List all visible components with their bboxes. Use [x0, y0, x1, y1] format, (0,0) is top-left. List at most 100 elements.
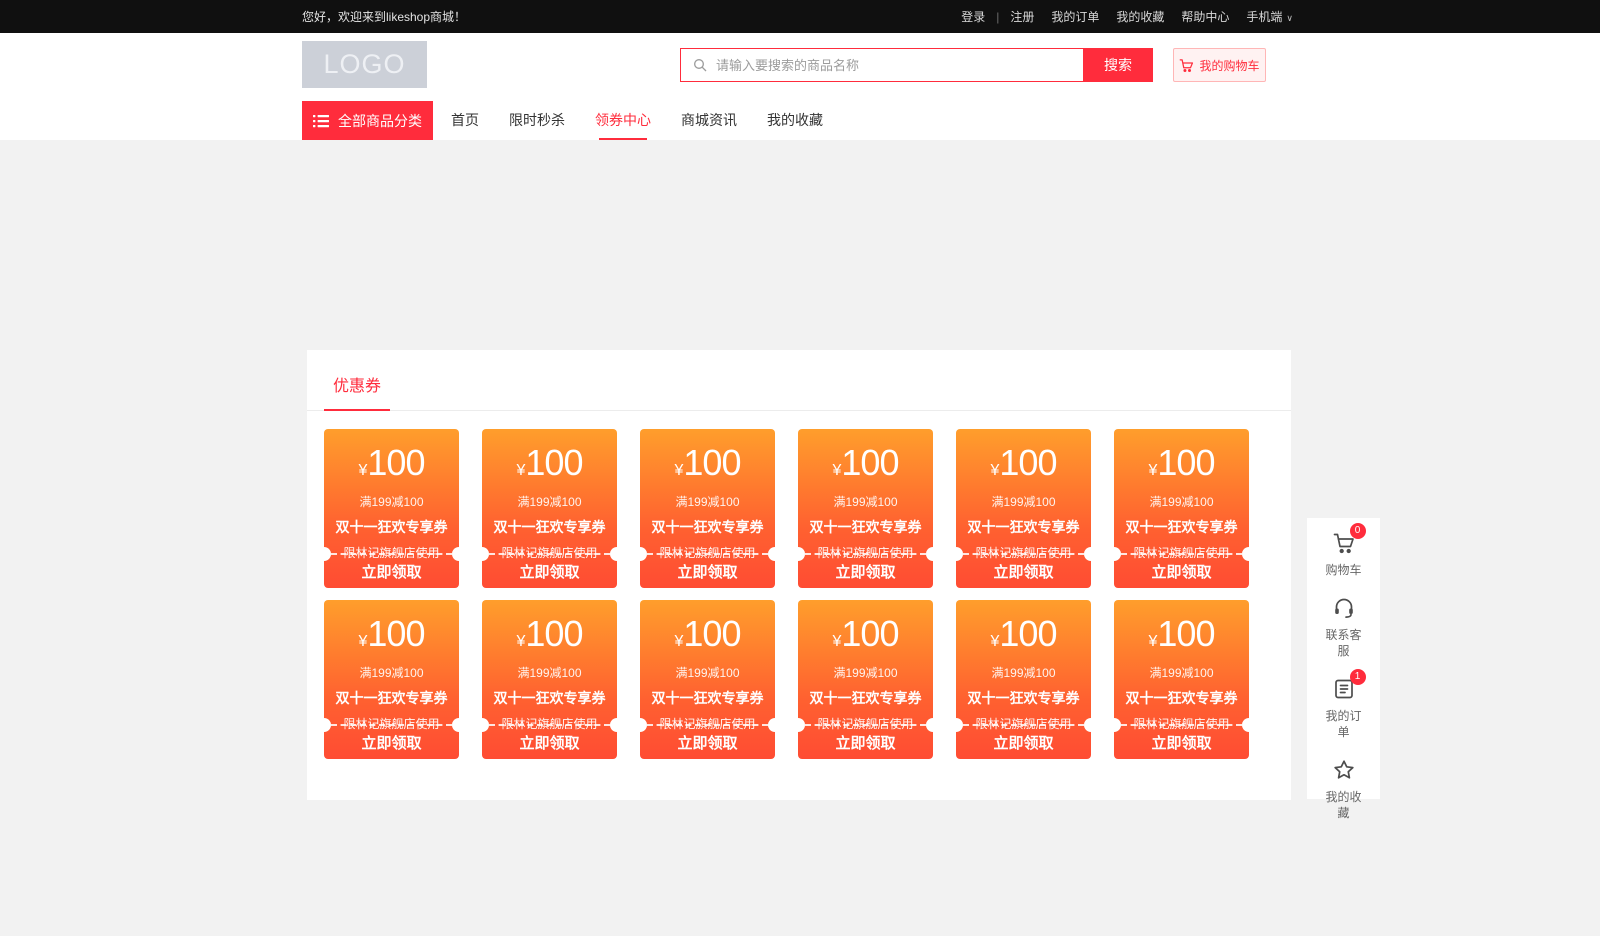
- coupon-card: ¥100 满199减100 双十一狂欢专享券 限林记旗舰店使用 立即领取: [956, 429, 1091, 588]
- coupon-card: ¥100 满199减100 双十一狂欢专享券 限林记旗舰店使用 立即领取: [956, 600, 1091, 759]
- headset-icon: [1331, 595, 1357, 621]
- search-input[interactable]: [716, 49, 1083, 81]
- topbar-divider: |: [996, 10, 999, 24]
- order-icon: 1: [1331, 676, 1357, 702]
- all-categories-button[interactable]: 全部商品分类: [302, 101, 433, 140]
- coupon-amount: ¥100: [798, 600, 933, 661]
- coupon-condition: 满199减100: [640, 664, 775, 681]
- cart-icon: 0: [1331, 530, 1357, 556]
- claim-coupon-button[interactable]: 立即领取: [1114, 555, 1249, 588]
- coupon-amount: ¥100: [324, 429, 459, 490]
- coupon-value: 100: [367, 442, 424, 483]
- welcome-text: 您好，欢迎来到likeshop商城！: [302, 8, 466, 25]
- coupon-amount: ¥100: [1114, 600, 1249, 661]
- coupon-title: 双十一狂欢专享券: [1114, 517, 1249, 537]
- claim-coupon-button[interactable]: 立即领取: [482, 555, 617, 588]
- sidebar-item-my-favorites[interactable]: 我的收藏: [1325, 757, 1363, 821]
- coupon-condition: 满199减100: [1114, 664, 1249, 681]
- tab-coupons[interactable]: 优惠券: [324, 350, 390, 411]
- coupon-value: 100: [683, 442, 740, 483]
- coupon-card: ¥100 满199减100 双十一狂欢专享券 限林记旗舰店使用 立即领取: [798, 600, 933, 759]
- claim-coupon-button[interactable]: 立即领取: [640, 726, 775, 759]
- coupon-value: 100: [1157, 613, 1214, 654]
- coupon-title: 双十一狂欢专享券: [956, 517, 1091, 537]
- sidebar-item-label: 购物车: [1325, 562, 1363, 578]
- coupon-value: 100: [525, 442, 582, 483]
- register-link[interactable]: 注册: [1010, 8, 1034, 25]
- nav-item-my-favorites[interactable]: 我的收藏: [767, 101, 823, 140]
- coupon-title: 双十一狂欢专享券: [798, 688, 933, 708]
- coupon-title: 双十一狂欢专享券: [1114, 688, 1249, 708]
- coupon-condition: 满199减100: [956, 493, 1091, 510]
- mobile-link-label: 手机端: [1246, 10, 1282, 24]
- coupon-value: 100: [841, 442, 898, 483]
- coupon-tab-row: 优惠券: [307, 350, 1291, 411]
- nav-item-coupon-center[interactable]: 领券中心: [595, 101, 651, 140]
- my-favorites-link[interactable]: 我的收藏: [1116, 8, 1164, 25]
- coupon-card: ¥100 满199减100 双十一狂欢专享券 限林记旗舰店使用 立即领取: [640, 600, 775, 759]
- coupon-card: ¥100 满199减100 双十一狂欢专享券 限林记旗舰店使用 立即领取: [1114, 429, 1249, 588]
- mobile-link[interactable]: 手机端 ∨: [1246, 8, 1293, 25]
- logo[interactable]: LOGO: [302, 41, 427, 88]
- claim-coupon-button[interactable]: 立即领取: [798, 726, 933, 759]
- coupon-title: 双十一狂欢专享券: [798, 517, 933, 537]
- claim-coupon-button[interactable]: 立即领取: [956, 726, 1091, 759]
- sidebar-item-label: 我的订单: [1325, 708, 1363, 740]
- sidebar-item-label: 联系客服: [1325, 627, 1363, 659]
- coupon-condition: 满199减100: [640, 493, 775, 510]
- coupon-title: 双十一狂欢专享券: [956, 688, 1091, 708]
- claim-coupon-button[interactable]: 立即领取: [956, 555, 1091, 588]
- coupon-amount: ¥100: [482, 600, 617, 661]
- coupon-title: 双十一狂欢专享券: [482, 517, 617, 537]
- coupon-title: 双十一狂欢专享券: [482, 688, 617, 708]
- sidebar-item-label: 我的收藏: [1325, 789, 1363, 821]
- coupon-title: 双十一狂欢专享券: [640, 517, 775, 537]
- nav-item-mall-news[interactable]: 商城资讯: [681, 101, 737, 140]
- coupon-title: 双十一狂欢专享券: [640, 688, 775, 708]
- coupon-center-panel: 优惠券 ¥100 满199减100 双十一狂欢专享券 限林记旗舰店使用 立即领取…: [307, 350, 1291, 800]
- my-orders-link[interactable]: 我的订单: [1051, 8, 1099, 25]
- claim-coupon-button[interactable]: 立即领取: [640, 555, 775, 588]
- help-center-link[interactable]: 帮助中心: [1181, 8, 1229, 25]
- coupon-value: 100: [841, 613, 898, 654]
- coupon-card: ¥100 满199减100 双十一狂欢专享券 限林记旗舰店使用 立即领取: [1114, 600, 1249, 759]
- nav-item-flash-sale[interactable]: 限时秒杀: [509, 101, 565, 140]
- coupon-value: 100: [683, 613, 740, 654]
- orders-count-badge: 1: [1350, 669, 1366, 685]
- coupon-condition: 满199减100: [798, 664, 933, 681]
- coupon-value: 100: [525, 613, 582, 654]
- search-button[interactable]: 搜索: [1083, 48, 1153, 82]
- claim-coupon-button[interactable]: 立即领取: [1114, 726, 1249, 759]
- login-link[interactable]: 登录: [961, 8, 985, 25]
- coupon-card: ¥100 满199减100 双十一狂欢专享券 限林记旗舰店使用 立即领取: [482, 600, 617, 759]
- claim-coupon-button[interactable]: 立即领取: [324, 555, 459, 588]
- chevron-down-icon: ∨: [1286, 13, 1293, 23]
- search-box: 搜索: [680, 48, 1153, 82]
- sidebar-item-my-orders[interactable]: 1 我的订单: [1325, 676, 1363, 740]
- coupon-condition: 满199减100: [798, 493, 933, 510]
- coupon-value: 100: [367, 613, 424, 654]
- sidebar-item-cart[interactable]: 0 购物车: [1325, 530, 1363, 578]
- coupon-amount: ¥100: [956, 600, 1091, 661]
- claim-coupon-button[interactable]: 立即领取: [798, 555, 933, 588]
- coupon-grid: ¥100 满199减100 双十一狂欢专享券 限林记旗舰店使用 立即领取 ¥10…: [307, 411, 1274, 759]
- sidebar-item-customer-service[interactable]: 联系客服: [1325, 595, 1363, 659]
- coupon-condition: 满199减100: [482, 493, 617, 510]
- coupon-amount: ¥100: [956, 429, 1091, 490]
- nav-item-home[interactable]: 首页: [451, 101, 479, 140]
- my-cart-button[interactable]: 我的购物车: [1173, 48, 1266, 82]
- coupon-condition: 满199减100: [956, 664, 1091, 681]
- float-sidebar: 0 购物车 联系客服 1 我的订单: [1307, 518, 1380, 799]
- coupon-amount: ¥100: [640, 429, 775, 490]
- main-nav: 全部商品分类 首页 限时秒杀 领券中心 商城资讯 我的收藏: [302, 101, 823, 140]
- star-icon: [1331, 757, 1357, 783]
- coupon-amount: ¥100: [1114, 429, 1249, 490]
- claim-coupon-button[interactable]: 立即领取: [482, 726, 617, 759]
- search-icon: [692, 57, 708, 73]
- coupon-value: 100: [999, 613, 1056, 654]
- coupon-title: 双十一狂欢专享券: [324, 688, 459, 708]
- coupon-card: ¥100 满199减100 双十一狂欢专享券 限林记旗舰店使用 立即领取: [324, 600, 459, 759]
- claim-coupon-button[interactable]: 立即领取: [324, 726, 459, 759]
- cart-icon: [1179, 58, 1194, 73]
- cart-count-badge: 0: [1350, 523, 1366, 539]
